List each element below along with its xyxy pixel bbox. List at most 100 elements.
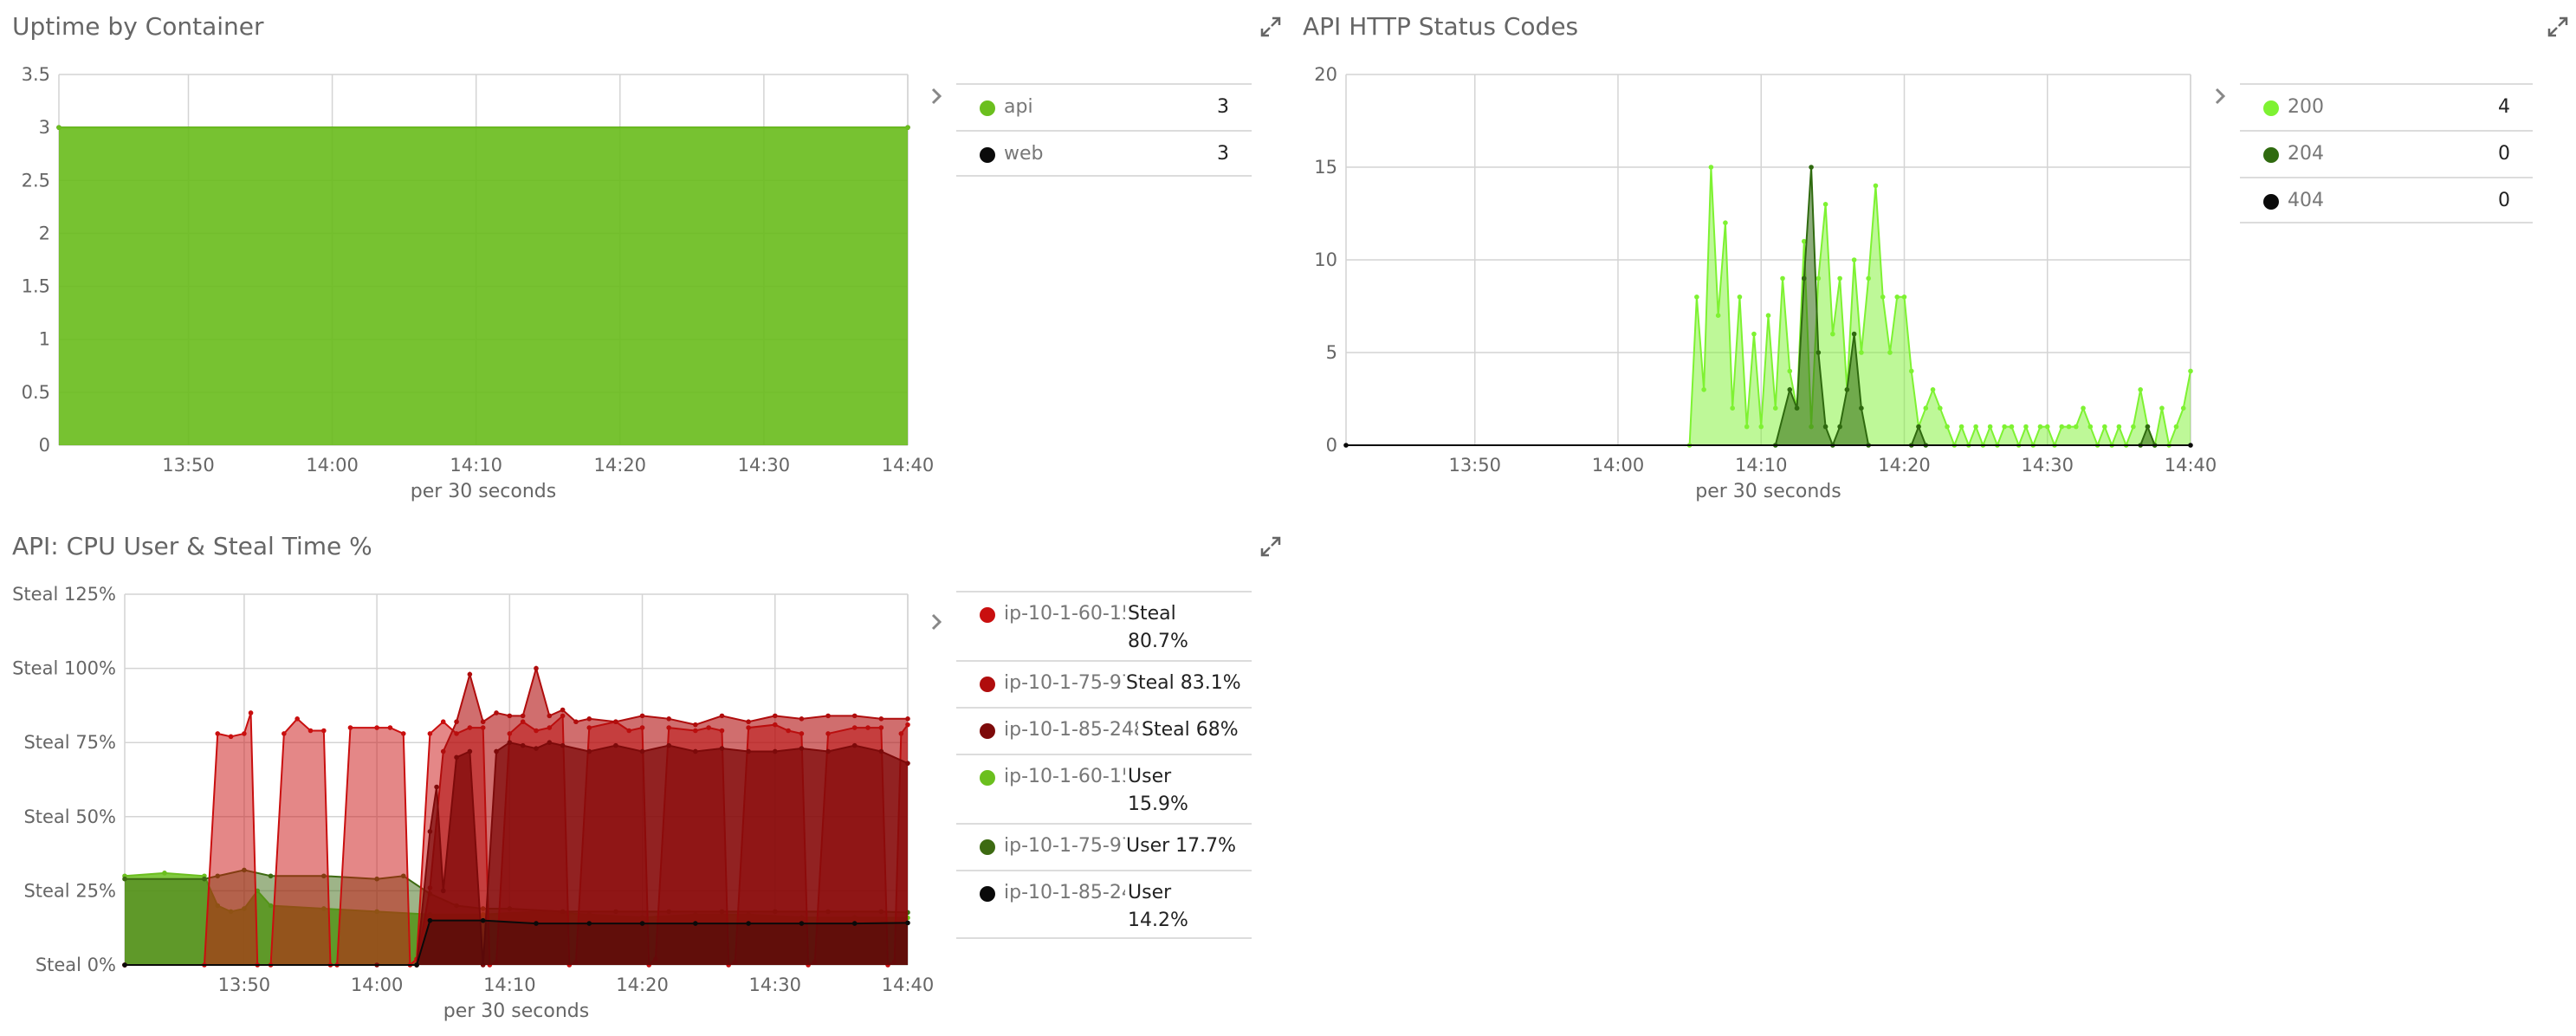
data-point [2023, 424, 2029, 430]
x-tick-label: 14:20 [616, 974, 669, 995]
x-tick-label: 14:30 [749, 974, 802, 995]
series-color-dot [980, 723, 995, 739]
data-point [2037, 424, 2043, 430]
legend-item-steal-85-248[interactable]: ip-10-1-85-248 Steal 68% [956, 707, 1252, 754]
data-point [2145, 424, 2151, 430]
cpu-legend: ip-10-1-60-154 Steal 80.7% ip-10-1-75-97… [927, 591, 1252, 972]
data-point [162, 871, 167, 876]
expand-icon[interactable] [2547, 16, 2569, 38]
data-point [1694, 295, 1699, 300]
data-point [2059, 424, 2065, 430]
data-point [719, 746, 725, 751]
legend-series-value: 3 [1217, 96, 1229, 118]
legend-series-name: api [1004, 96, 1033, 118]
data-point [282, 731, 287, 736]
data-point [693, 722, 698, 728]
data-point [2081, 405, 2086, 411]
data-point [2009, 424, 2015, 430]
data-point [1708, 165, 1714, 170]
uptime-chart[interactable]: 0 0.5 1 1.5 2 2.5 3 3.5 13:50 14:00 14:10 14:20 14:3… [12, 12, 965, 515]
legend-item-200[interactable]: 200 4 [2240, 83, 2533, 130]
legend-item-steal-60-154[interactable]: ip-10-1-60-154 Steal 80.7% [956, 591, 1252, 660]
legend-item-api[interactable]: api 3 [956, 83, 1252, 130]
data-point [2066, 424, 2072, 430]
legend-series-value: Steal 68% [1142, 719, 1239, 741]
data-point [467, 671, 473, 677]
data-point [1765, 313, 1771, 319]
data-point [1945, 424, 1950, 430]
data-point [1715, 313, 1721, 319]
data-point [374, 725, 379, 730]
legend-item-web[interactable]: web 3 [956, 130, 1252, 177]
data-point [547, 713, 553, 719]
data-point [507, 713, 513, 719]
x-tick-label: 13:50 [162, 455, 215, 476]
legend-item-steal-75-97[interactable]: ip-10-1-75-97 Steal 83.1% [956, 660, 1252, 707]
legend-series-name: 200 [2288, 96, 2324, 118]
data-point [1787, 387, 1793, 392]
y-tick-label: 0 [39, 435, 50, 456]
legend-series-value: 0 [2498, 143, 2510, 165]
series-area [1689, 167, 2191, 445]
legend-item-user-60-154[interactable]: ip-10-1-60-154 User 15.9% [956, 754, 1252, 823]
series-color-dot [980, 770, 995, 786]
x-tick-label: 14:30 [2021, 455, 2074, 476]
data-point [434, 784, 439, 790]
y-tick-label: Steal 100% [12, 658, 116, 679]
series-api [56, 125, 910, 445]
cpu-chart[interactable]: Steal 0% Steal 25% Steal 50% Steal 75% Steal… [12, 532, 965, 1034]
data-point [639, 921, 645, 926]
data-point [480, 719, 486, 725]
legend-series-name: 204 [2288, 143, 2324, 165]
legend-series-value-line2: 15.9% [1128, 793, 1188, 815]
data-point [494, 748, 499, 754]
data-point [547, 740, 553, 745]
x-tick-label: 14:30 [738, 455, 791, 476]
chevron-right-icon[interactable] [927, 87, 946, 106]
data-point [387, 725, 393, 730]
x-tick-label: 14:00 [351, 974, 404, 995]
legend-item-404[interactable]: 404 0 [2240, 177, 2533, 223]
legend-series-value-line2: 80.7% [1128, 631, 1188, 652]
data-point [427, 917, 433, 923]
data-point [215, 731, 221, 736]
data-point [799, 716, 805, 722]
data-point [202, 876, 207, 882]
legend-series-value: 4 [2498, 96, 2510, 118]
data-point [1809, 165, 1814, 170]
data-point [851, 713, 858, 719]
data-point [1815, 350, 1822, 355]
expand-icon[interactable] [1259, 535, 1282, 558]
y-tick-label: 3.5 [22, 64, 50, 85]
legend-item-user-85-248[interactable]: ip-10-1-85-248 User 14.2% [956, 870, 1252, 939]
legend-item-user-75-97[interactable]: ip-10-1-75-97 User 17.7% [956, 823, 1252, 870]
data-point [2173, 424, 2179, 430]
data-point [122, 876, 127, 882]
legend-item-204[interactable]: 204 0 [2240, 130, 2533, 177]
http-status-chart[interactable]: 0 5 10 15 20 13:50 14:00 14:10 14:20 14:30 14:40 pe… [1303, 12, 2221, 515]
data-point [573, 719, 579, 725]
y-tick-label: Steal 0% [36, 955, 116, 975]
y-tick-label: 1 [39, 329, 50, 350]
data-point [851, 921, 858, 926]
series-color-dot [980, 147, 995, 163]
data-point [1930, 387, 1936, 392]
data-point [268, 873, 274, 879]
data-point [2087, 424, 2094, 430]
expand-icon[interactable] [1259, 16, 1282, 38]
data-point [905, 920, 910, 926]
data-point [905, 761, 910, 766]
legend-series-value-line2: 14.2% [1128, 910, 1188, 931]
data-point [242, 731, 247, 736]
data-point [1758, 424, 1764, 430]
data-point [666, 742, 672, 748]
data-point [56, 125, 61, 130]
chevron-right-icon[interactable] [2210, 87, 2230, 106]
data-point [2102, 424, 2107, 430]
chevron-right-icon[interactable] [927, 612, 946, 631]
data-point [507, 740, 513, 745]
data-point [905, 125, 910, 130]
data-point [1701, 387, 1706, 392]
data-point [586, 921, 592, 926]
data-point [534, 665, 539, 671]
